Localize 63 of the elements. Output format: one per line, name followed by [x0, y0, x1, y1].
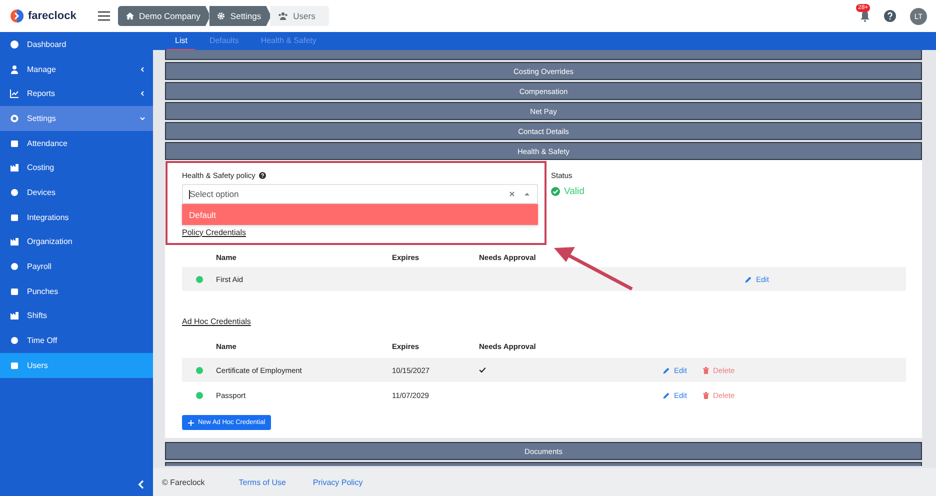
help-icon[interactable] [259, 172, 266, 178]
nav-icon [10, 89, 19, 98]
section-bar[interactable] [165, 50, 922, 60]
nav-icon [10, 286, 19, 296]
trash-icon [702, 392, 709, 398]
pencil-icon [663, 392, 670, 398]
pencil-icon [745, 276, 752, 282]
section-heading: Ad Hoc Credentials [182, 316, 251, 326]
nav-icon [10, 163, 19, 172]
nav-icon [10, 262, 19, 272]
chevron-icon [140, 91, 145, 96]
copyright-text: © Fareclock [162, 478, 205, 486]
logo-icon [10, 9, 24, 23]
chevron-icon [140, 66, 145, 72]
sidebar-item[interactable]: Attendance [0, 130, 153, 156]
nav-icon [10, 40, 19, 49]
nav-icon [10, 188, 19, 197]
section-heading: Policy Credentials [182, 227, 246, 237]
chevron-icon [140, 116, 145, 121]
pencil-icon [663, 366, 670, 374]
nav-icon [10, 138, 19, 148]
gear-icon [217, 12, 226, 20]
collapse-icon[interactable] [138, 480, 144, 489]
section-bar[interactable] [165, 462, 922, 466]
sidebar-item[interactable]: Settings [0, 106, 153, 131]
nav-icon [10, 360, 19, 370]
footer-link[interactable]: Privacy Policy [312, 478, 363, 486]
sidebar-item[interactable]: Payroll [0, 254, 153, 279]
status-value: Valid [564, 186, 584, 197]
trash-icon [702, 366, 709, 374]
menu-icon[interactable] [98, 11, 110, 21]
bell-icon[interactable] [860, 10, 870, 22]
sidebar-item[interactable]: Costing [0, 155, 153, 180]
sidebar-item[interactable]: Devices [0, 180, 153, 205]
sidebar-item[interactable]: Integrations [0, 204, 153, 230]
nav-icon [10, 311, 19, 320]
caret-icon[interactable] [524, 192, 530, 196]
footer-link[interactable]: Terms of Use [238, 478, 286, 486]
logo-text: fareclock [28, 10, 76, 22]
nav-icon [10, 237, 19, 246]
sidebar-item[interactable]: Users [0, 352, 153, 378]
nav-icon [10, 114, 19, 123]
plus-icon [188, 420, 194, 426]
breadcrumb-item[interactable]: Demo Company [118, 6, 210, 26]
sidebar-item[interactable]: Time Off [0, 328, 153, 353]
sidebar-item[interactable]: Manage [0, 56, 153, 82]
nav-icon [10, 64, 19, 74]
help-icon[interactable] [884, 10, 896, 22]
breadcrumb-item[interactable]: Users [270, 6, 330, 26]
users-icon [278, 12, 288, 20]
nav-icon [10, 336, 19, 346]
sidebar-item[interactable]: Organization [0, 230, 153, 254]
home-icon [126, 12, 134, 20]
check-circle-icon [551, 187, 560, 196]
clear-icon[interactable] [509, 191, 515, 197]
nav-icon [10, 212, 19, 222]
sidebar-item[interactable]: Punches [0, 278, 153, 304]
policy-select[interactable]: Select option [182, 184, 538, 204]
breadcrumb-item[interactable]: Settings [209, 6, 272, 26]
sidebar-item[interactable]: Shifts [0, 304, 153, 328]
dropdown-option[interactable]: Default [182, 204, 538, 225]
sidebar-item[interactable]: Dashboard [0, 32, 153, 57]
sidebar-item[interactable]: Reports [0, 81, 153, 106]
